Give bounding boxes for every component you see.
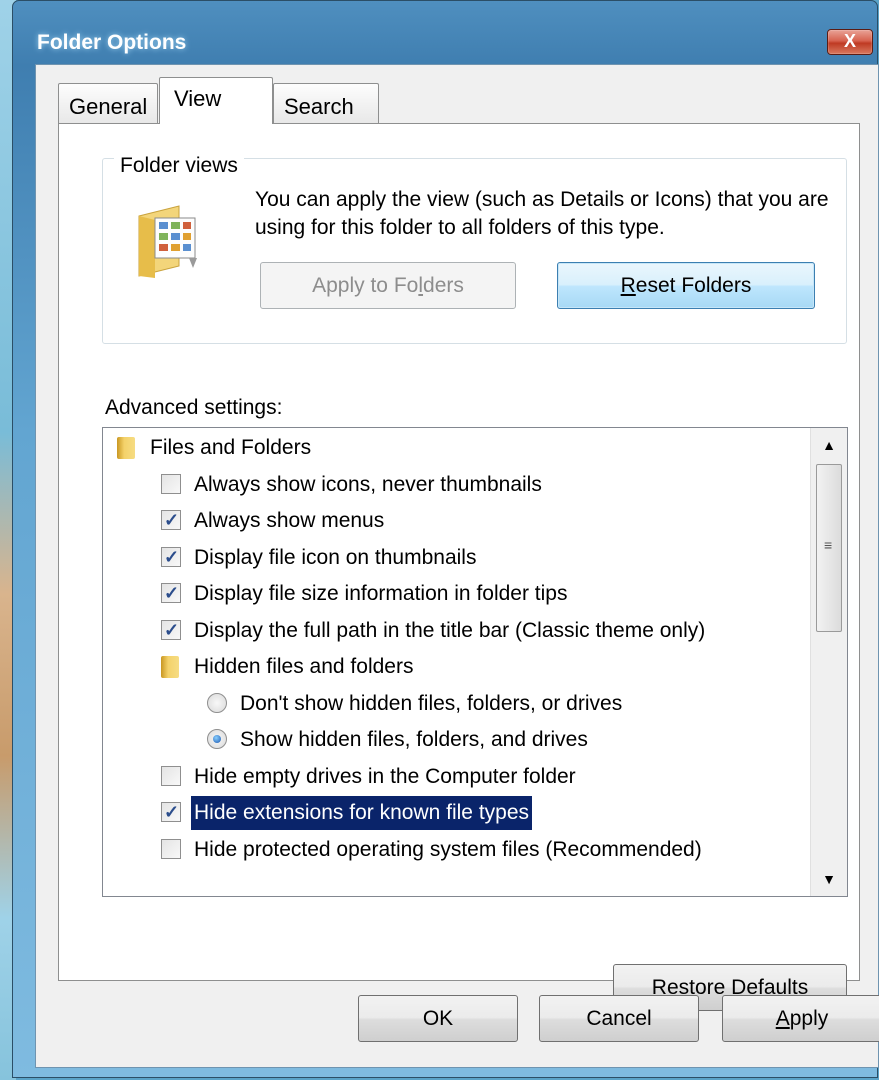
tree-item-label: Always show icons, never thumbnails <box>194 472 542 496</box>
tree-item-label: Display the full path in the title bar (… <box>194 618 706 642</box>
tree-checkbox-item[interactable]: Hide protected operating system files (R… <box>103 832 803 868</box>
tree-checkbox-item[interactable]: Hide empty drives in the Computer folder <box>103 759 803 795</box>
tree-checkbox-item[interactable]: Display file size information in folder … <box>103 576 803 612</box>
setting-radio[interactable] <box>207 729 227 749</box>
grip-icon: ≡ <box>824 537 833 553</box>
setting-checkbox[interactable] <box>161 795 181 829</box>
setting-checkbox[interactable] <box>161 576 181 610</box>
dialog-title: Folder Options <box>37 31 187 54</box>
advanced-settings-tree[interactable]: Files and Folders Always show icons, neve… <box>102 427 848 897</box>
vertical-scrollbar[interactable]: ▲ ≡ ▼ <box>810 428 847 896</box>
tree-checkbox-item[interactable]: Always show icons, never thumbnails <box>103 467 803 503</box>
tree-item-label: Hide extensions for known file types <box>189 795 534 831</box>
tree-checkbox-item[interactable]: Hide extensions for known file types <box>103 795 803 831</box>
tree-item-label: Files and Folders <box>150 436 312 459</box>
setting-checkbox[interactable] <box>161 503 181 537</box>
tab-general[interactable]: General <box>58 83 158 123</box>
scroll-thumb[interactable]: ≡ <box>816 464 842 632</box>
tree-radio-item[interactable]: Don't show hidden files, folders, or dri… <box>103 686 803 722</box>
setting-checkbox[interactable] <box>161 765 181 786</box>
setting-radio[interactable] <box>207 692 227 713</box>
tree-radio-item[interactable]: Show hidden files, folders, and drives <box>103 722 803 758</box>
tree-checkbox-item[interactable]: Always show menus <box>103 503 803 539</box>
tab-search[interactable]: Search <box>273 83 379 123</box>
folder-views-description: You can apply the view (such as Details … <box>255 188 829 239</box>
view-tab-panel: Folder views You can apply the view (suc… <box>58 123 860 1011</box>
cancel-button[interactable]: Cancel <box>539 995 699 1042</box>
tree-group-item: Files and Folders <box>103 430 803 466</box>
folder-views-label: Folder views <box>114 154 244 178</box>
setting-checkbox[interactable] <box>161 613 181 647</box>
tree-group-item: Hidden files and folders <box>103 649 803 685</box>
reset-folders-button[interactable]: Reset Folders <box>557 262 815 309</box>
apply-to-folders-button[interactable]: Apply to Folders <box>260 262 516 309</box>
setting-checkbox[interactable] <box>161 540 181 574</box>
folder-options-dialog: Folder Options X General View Search Fol… <box>12 0 879 1078</box>
ok-button[interactable]: OK <box>358 995 518 1042</box>
dialog-client-area: General View Search Folder views You can… <box>35 64 879 1068</box>
setting-checkbox[interactable] <box>161 838 181 859</box>
scroll-up-arrow-icon[interactable]: ▲ <box>811 428 847 462</box>
tree-item-label: Hide empty drives in the Computer folder <box>194 764 576 788</box>
tree-item-label: Show hidden files, folders, and drives <box>240 728 588 751</box>
close-button[interactable]: X <box>827 29 873 55</box>
close-icon: X <box>843 31 856 51</box>
tree-item-label: Display file icon on thumbnails <box>194 545 477 569</box>
tree-checkbox-item[interactable]: Display the full path in the title bar (… <box>103 613 803 649</box>
setting-checkbox[interactable] <box>161 473 181 494</box>
folder-icon <box>117 437 135 459</box>
tree-item-label: Always show menus <box>194 509 385 532</box>
folder-icon <box>161 656 179 678</box>
tree-item-label: Hide protected operating system files (R… <box>194 837 702 861</box>
folder-view-icon <box>138 205 197 278</box>
tree-item-label: Display file size information in folder … <box>194 582 568 605</box>
tree-checkbox-item[interactable]: Display file icon on thumbnails <box>103 540 803 576</box>
advanced-settings-label: Advanced settings: <box>105 396 283 419</box>
tab-view[interactable]: View <box>159 77 273 124</box>
tree-item-label: Hidden files and folders <box>194 655 414 678</box>
tree-item-label: Don't show hidden files, folders, or dri… <box>240 691 623 715</box>
scroll-down-arrow-icon[interactable]: ▼ <box>811 862 847 896</box>
apply-button[interactable]: Apply <box>722 995 879 1042</box>
